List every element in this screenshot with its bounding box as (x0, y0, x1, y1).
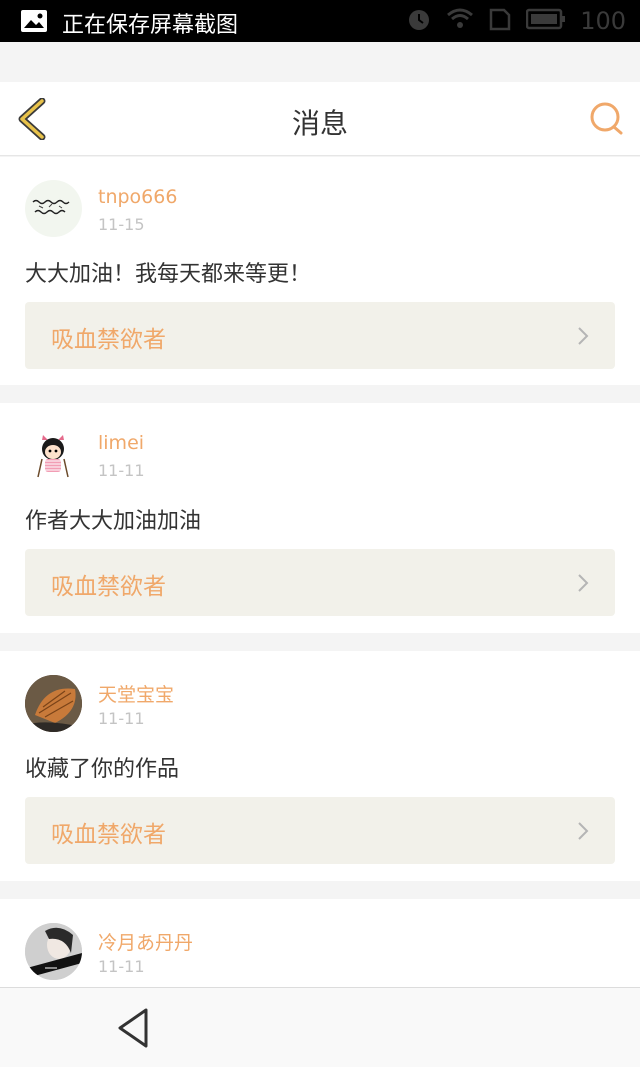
search-button[interactable] (588, 100, 626, 138)
message-date: 11-11 (98, 709, 145, 728)
avatar[interactable] (25, 675, 82, 732)
avatar[interactable] (25, 923, 82, 980)
chevron-right-icon (577, 821, 589, 845)
header-bar: 消息 (0, 82, 640, 156)
message-date: 11-15 (98, 215, 145, 234)
search-icon (588, 102, 626, 142)
sim-icon (488, 6, 512, 36)
status-icons: 100 (406, 6, 626, 36)
nav-back-button[interactable] (114, 1006, 154, 1050)
message-date: 11-11 (98, 957, 145, 976)
message-text: 收藏了你的作品 (25, 757, 180, 782)
work-link[interactable]: 吸血禁欲者 (25, 549, 615, 616)
triangle-back-icon (114, 1008, 154, 1054)
spacer (0, 42, 640, 82)
chevron-right-icon (577, 326, 589, 350)
message-card[interactable]: 天堂宝宝 11-11 收藏了你的作品 吸血禁欲者 (0, 651, 640, 881)
avatar[interactable] (25, 427, 82, 484)
message-date: 11-11 (98, 461, 145, 480)
message-text: 作者大大加油加油 (25, 509, 202, 534)
image-icon (20, 9, 48, 37)
screen: 正在保存屏幕截图 100 消息 tnpo666 11-15 大大加油！我每天都来… (0, 0, 640, 1067)
page-title: 消息 (291, 107, 348, 140)
status-notification-text: 正在保存屏幕截图 (62, 13, 239, 38)
username[interactable]: limei (98, 432, 144, 454)
message-card[interactable]: tnpo666 11-15 大大加油！我每天都来等更！ 吸血禁欲者 (0, 157, 640, 385)
work-link[interactable]: 吸血禁欲者 (25, 797, 615, 864)
message-text: 大大加油！我每天都来等更！ (25, 262, 312, 287)
alarm-icon (406, 6, 432, 36)
wifi-icon (446, 7, 474, 35)
avatar[interactable] (25, 180, 82, 237)
status-bar: 正在保存屏幕截图 100 (0, 0, 640, 42)
battery-level: 100 (580, 7, 626, 35)
work-title: 吸血禁欲者 (51, 327, 166, 353)
chevron-right-icon (577, 573, 589, 597)
username[interactable]: 冷月あ丹丹 (98, 928, 193, 955)
message-card[interactable]: 冷月あ丹丹 11-11 (0, 899, 640, 987)
navigation-bar (0, 987, 640, 1067)
work-title: 吸血禁欲者 (51, 822, 166, 848)
work-title: 吸血禁欲者 (51, 574, 166, 600)
battery-icon (525, 8, 566, 34)
username[interactable]: tnpo666 (98, 186, 177, 208)
work-link[interactable]: 吸血禁欲者 (25, 302, 615, 369)
username[interactable]: 天堂宝宝 (98, 680, 174, 707)
message-card[interactable]: limei 11-11 作者大大加油加油 吸血禁欲者 (0, 403, 640, 633)
